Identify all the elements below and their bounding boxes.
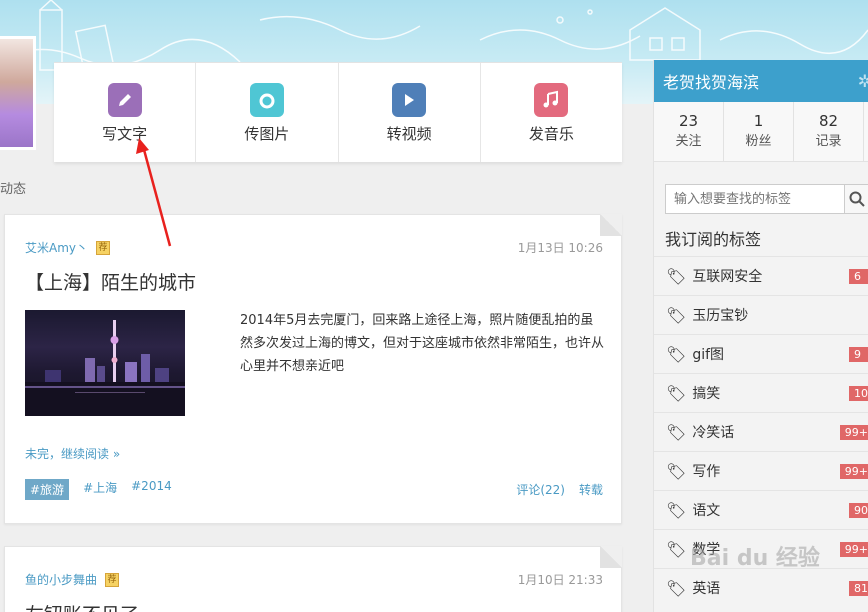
- tag-icon: 🏷: [666, 578, 687, 598]
- tag-icon: 🏷: [666, 422, 687, 442]
- pencil-icon: [107, 83, 142, 117]
- stat-number: 1: [753, 112, 764, 130]
- tag-item[interactable]: 🏷 gif图 9: [654, 334, 868, 373]
- tag-item[interactable]: 🏷 玉历宝钞: [654, 295, 868, 334]
- post-tags: #旅游 #上海 #2014: [25, 479, 172, 500]
- username[interactable]: 老贺找贺海滨: [663, 69, 759, 93]
- post-date: 1月13日 10:26: [517, 241, 603, 255]
- tag-icon: 🏷: [666, 500, 687, 520]
- stat-records[interactable]: 82 记录: [794, 102, 864, 161]
- tag-link[interactable]: #上海: [83, 479, 117, 500]
- watermark: Bai du 经验: [690, 546, 820, 571]
- post-card: 艾米Amy丶 荐 1月13日 10:26 【上海】陌生的城市 2014年5月去完…: [4, 214, 622, 524]
- tag-name: 玉历宝钞: [692, 308, 749, 324]
- search-icon[interactable]: [844, 185, 868, 213]
- post-card: 鱼的小步舞曲 荐 1月10日 21:33 左钮账不见了: [4, 546, 622, 612]
- tag-name: 搞笑: [692, 386, 721, 402]
- tag-item[interactable]: 🏷 搞笑 10: [654, 373, 868, 412]
- tag-name: gif图: [692, 347, 725, 363]
- tag-icon: 🏷: [666, 344, 687, 364]
- user-bar: 老贺找贺海滨 ✲: [654, 60, 868, 102]
- upload-photo-button[interactable]: 传图片: [196, 63, 339, 162]
- tag-count: 9: [849, 347, 868, 362]
- stat-number: 82: [818, 112, 839, 130]
- tag-name: 语文: [692, 503, 721, 519]
- post-toolbar: 写文字 传图片 转视频 发音乐: [54, 62, 622, 162]
- tag-icon: 🏷: [666, 266, 687, 286]
- recommend-badge: 荐: [96, 240, 111, 255]
- tag-count: 99+: [839, 542, 868, 557]
- share-video-button[interactable]: 转视频: [339, 63, 481, 162]
- author-name[interactable]: 鱼的小步舞曲: [25, 571, 97, 588]
- read-more-link[interactable]: 未完，继续阅读 »: [25, 445, 120, 462]
- post-title[interactable]: 【上海】陌生的城市: [25, 268, 196, 295]
- tag-link[interactable]: #旅游: [25, 479, 70, 500]
- tag-icon: 🏷: [666, 461, 687, 481]
- tag-count: 99+: [839, 425, 868, 440]
- tag-count: 81: [849, 581, 868, 596]
- post-author[interactable]: 艾米Amy丶 荐: [25, 239, 111, 256]
- stat-label: 关注: [675, 134, 702, 149]
- tag-icon: 🏷: [666, 383, 687, 403]
- city-night-image: [25, 320, 185, 416]
- tag-item[interactable]: 🏷 语文 90: [654, 490, 868, 529]
- author-name[interactable]: 艾米Amy丶: [25, 239, 88, 256]
- tag-item[interactable]: 🏷 互联网安全 6: [654, 256, 868, 295]
- post-photo[interactable]: [25, 310, 185, 416]
- play-icon: [392, 83, 427, 117]
- tag-icon: 🏷: [666, 305, 687, 325]
- tag-name: 写作: [692, 464, 721, 480]
- corner-fold: [600, 546, 622, 568]
- music-icon: [534, 83, 569, 117]
- tag-count: 6: [849, 269, 868, 284]
- comments-link[interactable]: 评论(22): [516, 481, 565, 498]
- stat-followers[interactable]: 1 粉丝: [724, 102, 794, 161]
- tag-item[interactable]: 🏷 英语 81: [654, 568, 868, 607]
- sidebar: 老贺找贺海滨 ✲ 23 关注 1 粉丝 82 记录 我订阅的标签 🏷 互联网安全 6…: [653, 60, 868, 612]
- tag-name: 英语: [692, 581, 721, 597]
- tag-count: 10: [849, 386, 868, 401]
- repost-link[interactable]: 转载: [579, 481, 603, 498]
- stat-label: 粉丝: [745, 134, 772, 149]
- post-music-button[interactable]: 发音乐: [481, 63, 622, 162]
- avatar[interactable]: [0, 36, 36, 150]
- tag-search-input[interactable]: [666, 185, 844, 213]
- recommend-badge: 荐: [105, 572, 120, 587]
- tag-count: 90: [849, 503, 868, 518]
- post-author[interactable]: 鱼的小步舞曲 荐: [25, 571, 120, 588]
- tag-name: 冷笑话: [692, 425, 735, 441]
- tag-count: 99+: [839, 464, 868, 479]
- write-text-button[interactable]: 写文字: [54, 63, 197, 162]
- camera-icon: [249, 83, 284, 117]
- gear-icon[interactable]: ✲: [858, 72, 868, 92]
- post-title[interactable]: 左钮账不见了: [25, 600, 139, 612]
- stat-number: 23: [678, 112, 699, 130]
- stat-following[interactable]: 23 关注: [654, 102, 724, 161]
- post-date: 1月10日 21:33: [517, 573, 603, 587]
- tag-item[interactable]: 🏷 写作 99+: [654, 451, 868, 490]
- tag-link[interactable]: #2014: [131, 479, 172, 500]
- subscribed-tags-heading: 我订阅的标签: [665, 230, 762, 249]
- share-video-label: 转视频: [386, 125, 432, 143]
- corner-fold: [600, 214, 622, 236]
- post-music-label: 发音乐: [528, 125, 574, 143]
- post-actions: 评论(22) 转载: [516, 481, 603, 498]
- tag-icon: 🏷: [666, 539, 687, 559]
- write-text-label: 写文字: [102, 125, 148, 143]
- user-stats: 23 关注 1 粉丝 82 记录: [654, 102, 868, 162]
- upload-photo-label: 传图片: [244, 125, 290, 143]
- tag-item[interactable]: 🏷 冷笑话 99+: [654, 412, 868, 451]
- post-excerpt: 2014年5月去完厦门，回来路上途径上海，照片随便乱拍的虽然多次发过上海的博文，…: [240, 313, 605, 374]
- tag-name: 互联网安全: [692, 269, 763, 285]
- tag-search: [665, 184, 868, 214]
- feed-heading: 动态: [0, 182, 27, 197]
- stat-label: 记录: [815, 134, 842, 149]
